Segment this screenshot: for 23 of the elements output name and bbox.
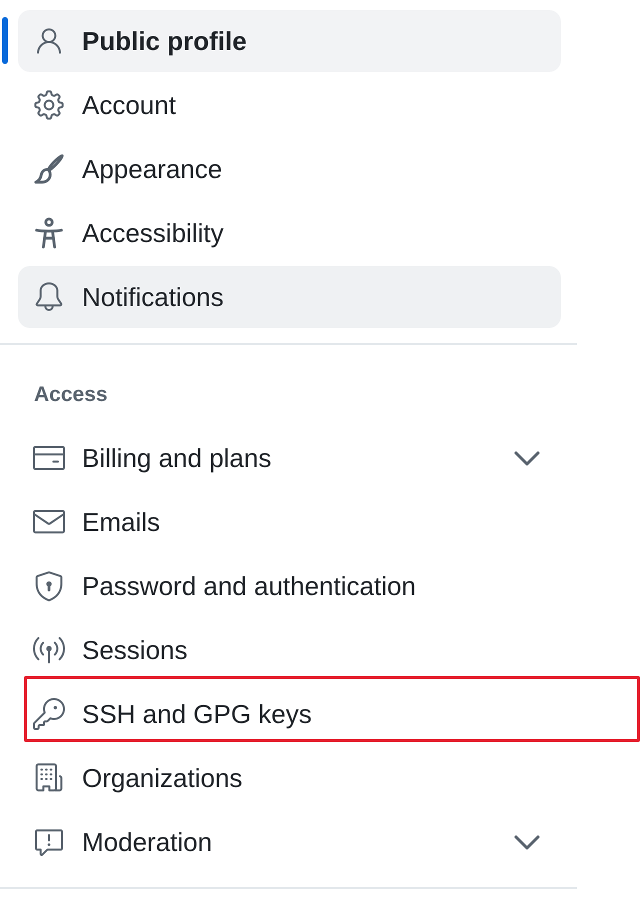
nav-item[interactable]: Emails — [18, 491, 561, 553]
nav-item[interactable]: Billing and plans — [18, 427, 561, 489]
gear-icon — [33, 89, 65, 121]
key-icon — [33, 698, 65, 730]
nav-item[interactable]: Notifications — [18, 266, 561, 328]
nav-item[interactable]: Public profile — [18, 10, 561, 72]
building-icon — [33, 762, 65, 794]
nav-item[interactable]: Password and authentication — [18, 555, 561, 617]
nav-item[interactable]: Accessibility — [18, 202, 561, 264]
radio-tower-icon — [33, 634, 65, 666]
nav-item[interactable]: Moderation — [18, 811, 561, 873]
nav-item[interactable]: Account — [18, 74, 561, 136]
nav-item[interactable]: Organizations — [18, 747, 561, 809]
shield-lock-icon — [33, 570, 65, 602]
nav-item[interactable]: SSH and GPG keys — [18, 683, 561, 745]
paintbrush-icon — [33, 153, 65, 185]
nav-item[interactable]: Sessions — [18, 619, 561, 681]
chevron-icon[interactable] — [514, 834, 540, 850]
nav-item[interactable]: Appearance — [18, 138, 561, 200]
chevron-icon[interactable] — [514, 450, 540, 466]
bell-icon — [33, 281, 65, 313]
accessibility-icon — [33, 217, 65, 249]
section-heading: Access — [34, 382, 108, 408]
